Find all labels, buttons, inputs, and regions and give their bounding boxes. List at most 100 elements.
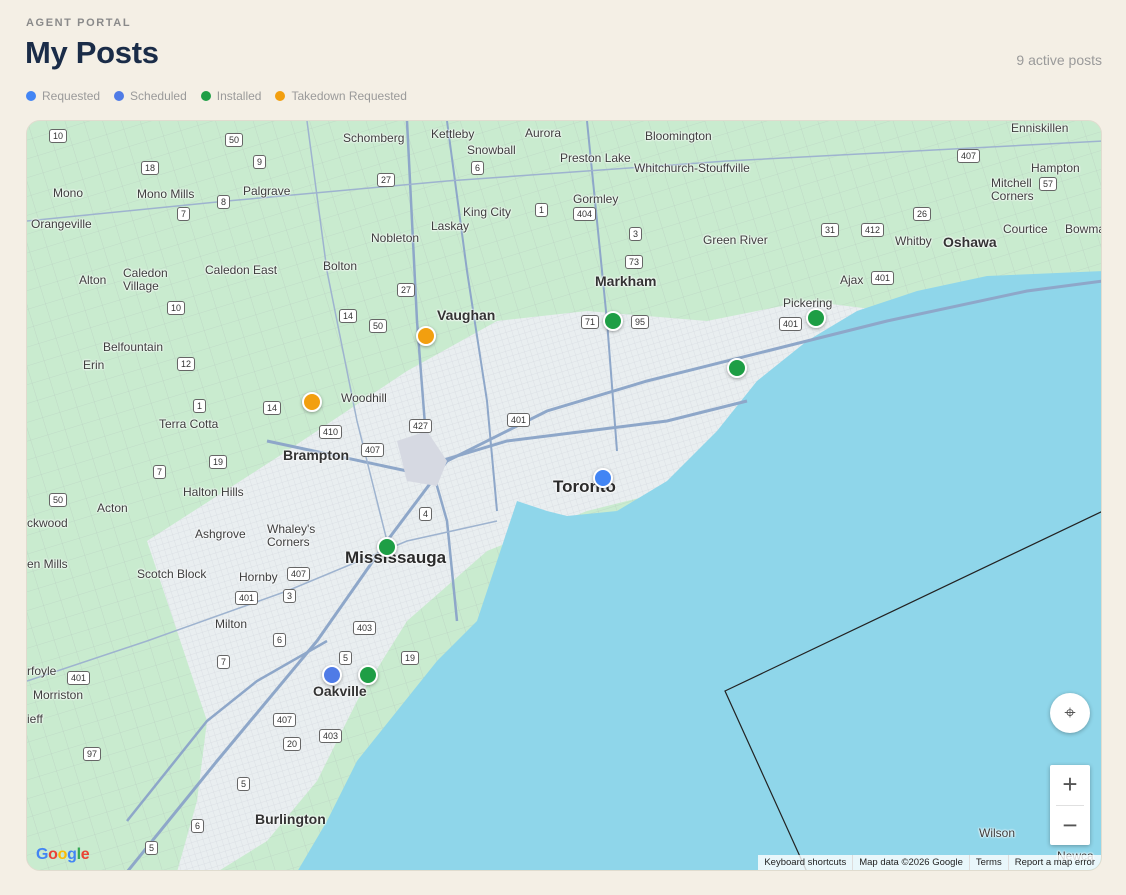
highway-shield: 14 [263, 401, 282, 415]
city-label-scotch-block: Scotch Block [137, 567, 207, 581]
highway-shield: 10 [49, 129, 68, 143]
legend-dot-scheduled [114, 91, 125, 101]
highway-shield: 27 [377, 173, 396, 187]
city-label-ashgrove: Ashgrove [195, 527, 246, 541]
city-label-mono: Mono [53, 186, 84, 200]
highway-shield: 12 [177, 357, 196, 371]
highway-shield: 7 [153, 465, 167, 479]
city-label-milton: Milton [215, 617, 248, 631]
eyebrow-label: AGENT PORTAL [26, 17, 132, 29]
city-label-brampton: Brampton [283, 447, 350, 463]
highway-shield: 403 [319, 729, 343, 743]
highway-shield: 3 [629, 227, 643, 241]
legend-label-installed: Installed [216, 89, 262, 103]
post-pin-takedown-vaughan[interactable] [416, 326, 436, 346]
city-label-woodhill: Woodhill [341, 391, 387, 405]
map-canvas[interactable]: Toronto Mississauga Brampton Vaughan Mar… [26, 120, 1102, 871]
terms-link[interactable]: Terms [968, 855, 1008, 870]
post-pin-installed-mississauga[interactable] [377, 537, 397, 557]
city-label-caledon-east: Caledon East [205, 263, 278, 277]
highway-shield: 5 [339, 651, 353, 665]
city-label-caledon-village: Caledon Village [123, 266, 168, 293]
post-pin-scheduled-oakville[interactable] [322, 665, 342, 685]
highway-shield: 19 [209, 455, 228, 469]
city-label-kettleby: Kettleby [431, 127, 475, 141]
city-label-partial-ieff: ieff [27, 712, 43, 726]
city-label-burlington: Burlington [255, 811, 326, 827]
post-pin-takedown-brampton[interactable] [302, 392, 322, 412]
post-pin-requested-toronto[interactable] [593, 468, 613, 488]
highway-shield: 6 [191, 819, 205, 833]
post-pin-installed-oakville[interactable] [358, 665, 378, 685]
page-title: My Posts [25, 35, 159, 70]
locate-button[interactable]: ⌖ [1050, 693, 1090, 733]
highway-shield: 401 [779, 317, 803, 331]
city-label-rockwood: ckwood [27, 516, 68, 530]
highway-shield: 6 [471, 161, 485, 175]
highway-shield: 95 [631, 315, 650, 329]
legend-dot-takedown [275, 91, 286, 101]
post-pin-installed-pickering[interactable] [806, 308, 826, 328]
highway-shield: 1 [193, 399, 207, 413]
city-label-enniskillen: Enniskillen [1011, 121, 1069, 135]
map-data-credit: Map data ©2026 Google [852, 855, 969, 870]
city-label-pickering: Pickering [783, 296, 833, 310]
post-pin-installed-markham[interactable] [603, 311, 623, 331]
city-label-vaughan: Vaughan [437, 307, 496, 323]
city-label-laskay: Laskay [431, 219, 470, 233]
city-label-gormley: Gormley [573, 192, 619, 206]
zoom-in-button[interactable]: + [1050, 765, 1090, 805]
post-pin-installed-scarborough[interactable] [727, 358, 747, 378]
city-label-morriston: Morriston [33, 688, 84, 702]
city-label-markham: Markham [595, 273, 657, 289]
city-label-green-river: Green River [703, 233, 768, 247]
city-label-whitchurch: Whitchurch-Stouffville [634, 161, 750, 175]
highway-shield: 3 [283, 589, 297, 603]
highway-shield: 50 [225, 133, 244, 147]
zoom-out-button[interactable]: − [1050, 805, 1090, 845]
city-label-whitby: Whitby [895, 234, 932, 248]
legend-label-takedown: Takedown Requested [291, 89, 407, 103]
highway-shield: 71 [581, 315, 600, 329]
zoom-control: + − [1050, 765, 1090, 845]
active-posts-count: 9 active posts [1016, 52, 1102, 68]
highway-shield: 27 [397, 283, 416, 297]
highway-shield: 50 [369, 319, 388, 333]
highway-shield: 50 [49, 493, 68, 507]
highway-shield: 7 [217, 655, 231, 669]
city-label-courtice: Courtice [1003, 222, 1048, 236]
highway-shield: 404 [573, 207, 597, 221]
highway-shield: 401 [235, 591, 259, 605]
highway-shield: 8 [217, 195, 231, 209]
city-label-snowball: Snowball [467, 143, 516, 157]
highway-shield: 1 [535, 203, 549, 217]
city-label-preston-lake: Preston Lake [560, 151, 631, 165]
legend-item-requested: Requested [26, 89, 100, 103]
map-attribution: Keyboard shortcuts Map data ©2026 Google… [758, 855, 1101, 870]
legend-item-takedown: Takedown Requested [275, 89, 407, 103]
city-label-nobleton: Nobleton [371, 231, 420, 245]
keyboard-shortcuts-link[interactable]: Keyboard shortcuts [758, 855, 852, 870]
highway-shield: 5 [145, 841, 159, 855]
crosshair-icon: ⌖ [1064, 701, 1076, 724]
highway-shield: 401 [507, 413, 531, 427]
city-label-wilson: Wilson [979, 826, 1016, 840]
city-label-king-city: King City [463, 205, 512, 219]
highway-shield: 26 [913, 207, 932, 221]
city-label-acton: Acton [97, 501, 128, 515]
highway-shield: 57 [1039, 177, 1058, 191]
city-label-aberfoyle-partial: rfoyle [27, 664, 57, 678]
highway-shield: 97 [83, 747, 102, 761]
highway-shield: 407 [287, 567, 311, 581]
city-label-alton: Alton [79, 273, 107, 287]
legend-item-scheduled: Scheduled [114, 89, 187, 103]
city-label-hornby: Hornby [239, 570, 278, 584]
city-label-terra-cotta: Terra Cotta [159, 417, 219, 431]
report-error-link[interactable]: Report a map error [1007, 855, 1101, 870]
highway-shield: 401 [67, 671, 91, 685]
legend-dot-requested [26, 91, 36, 101]
legend-item-installed: Installed [200, 89, 262, 103]
highway-shield: 73 [625, 255, 644, 269]
city-label-hampton: Hampton [1031, 161, 1080, 175]
city-label-aurora: Aurora [525, 126, 562, 140]
